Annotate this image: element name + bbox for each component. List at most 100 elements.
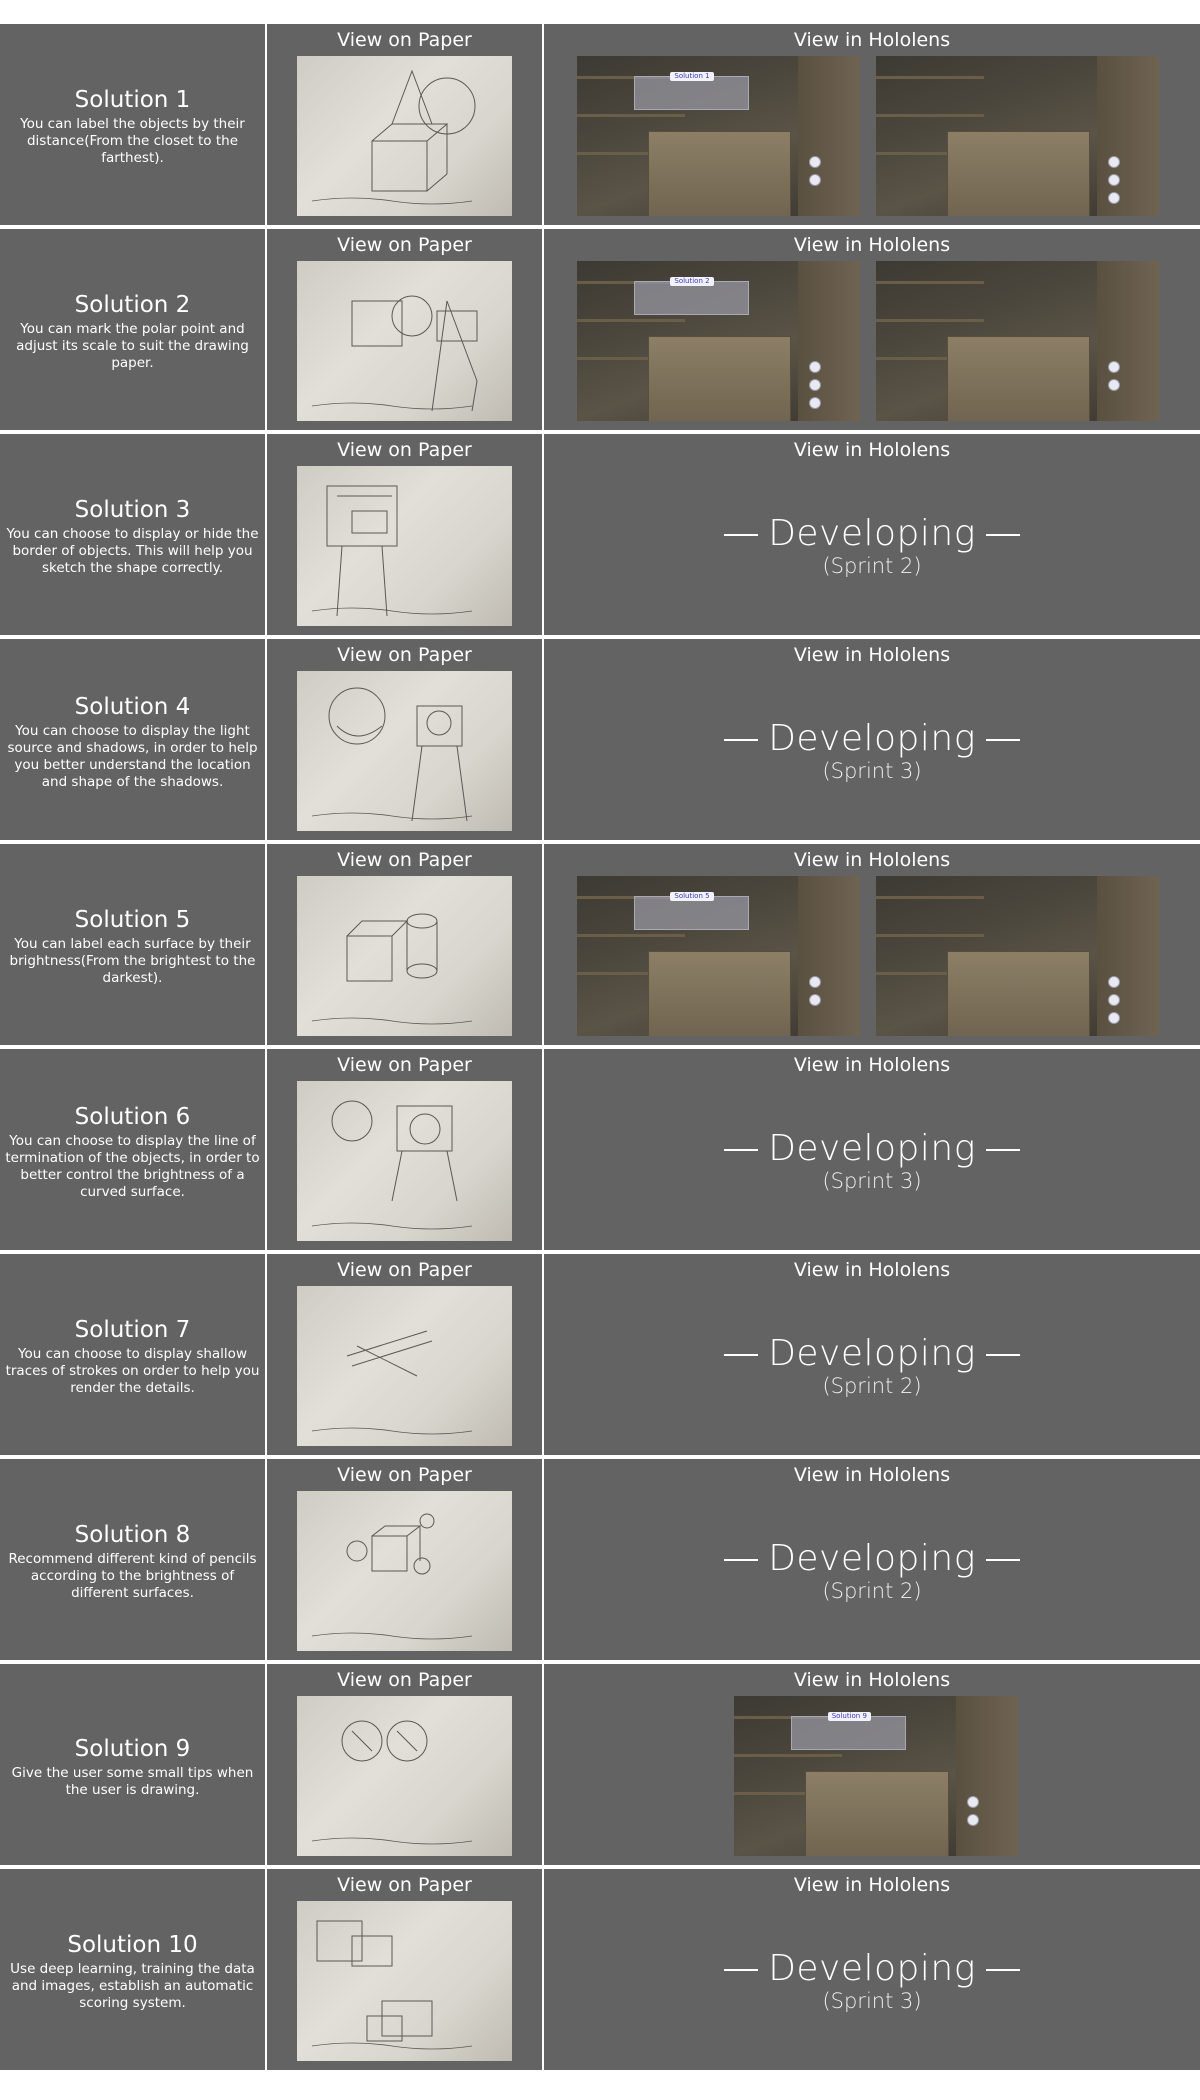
paper-sketch-photo xyxy=(297,876,512,1036)
menu-button-icon[interactable] xyxy=(809,174,822,186)
solution-row: Solution 4 You can choose to display the … xyxy=(0,639,1200,840)
solution-title: Solution 4 xyxy=(74,693,191,720)
solution-text: You can choose to display the light sour… xyxy=(7,722,258,790)
dash-right xyxy=(985,1354,1020,1356)
solution-row: Solution 10 Use deep learning, training t… xyxy=(0,1869,1200,2070)
solution-description: Solution 1 You can label the objects by t… xyxy=(0,24,265,225)
solution-tag: Solution 1 xyxy=(670,72,714,81)
sprint-label: (Sprint 2) xyxy=(822,1374,922,1398)
solution-text: Recommend different kind of pencils acco… xyxy=(8,1551,257,1601)
developing-status: Developing (Sprint 2) xyxy=(544,1539,1200,1603)
solution-title: Solution 2 xyxy=(74,292,191,318)
hololens-view-cell: View in Hololens Solution 5 xyxy=(544,844,1200,1045)
menu-button-icon[interactable] xyxy=(1108,361,1121,373)
door xyxy=(1096,261,1159,421)
paper-sketch-photo xyxy=(297,1491,512,1651)
paper-view-header: View on Paper xyxy=(337,644,472,666)
hololens-view-cell: View in Hololens Developing (Sprint 3) xyxy=(544,639,1200,840)
paper-view-cell: View on Paper xyxy=(267,844,542,1045)
paper-sketch-photo xyxy=(297,1081,512,1241)
hololens-view-header: View in Hololens xyxy=(793,1464,951,1486)
developing-status: Developing (Sprint 3) xyxy=(544,1949,1200,2013)
menu-button-icon[interactable] xyxy=(966,1814,979,1826)
cardboard-box xyxy=(647,951,792,1036)
shelf xyxy=(577,934,685,937)
shelf xyxy=(876,281,984,284)
developing-label: Developing xyxy=(544,1539,1200,1579)
developing-text: Developing xyxy=(768,1333,976,1374)
paper-sketch-photo xyxy=(297,1901,512,2061)
solution-tag: Solution 2 xyxy=(670,277,714,286)
hololens-view-header: View in Hololens xyxy=(793,849,951,871)
dash-left xyxy=(724,1969,759,1971)
paper-view-cell: View on Paper xyxy=(267,229,542,430)
menu-button-icon[interactable] xyxy=(1108,976,1121,988)
developing-status: Developing (Sprint 3) xyxy=(544,719,1200,783)
menu-button-icon[interactable] xyxy=(1108,1012,1121,1024)
hololens-screenshot xyxy=(876,876,1159,1036)
menu-button-icon[interactable] xyxy=(1108,174,1121,186)
developing-label: Developing xyxy=(544,1949,1200,1989)
paper-view-cell: View on Paper xyxy=(267,24,542,225)
paper-view-header: View on Paper xyxy=(337,29,472,51)
developing-label: Developing xyxy=(544,719,1200,759)
dash-left xyxy=(724,739,759,741)
door xyxy=(1096,56,1159,216)
menu-button-icon[interactable] xyxy=(1108,994,1121,1006)
paper-view-cell: View on Paper xyxy=(267,639,542,840)
sprint-label: (Sprint 3) xyxy=(822,759,922,783)
solutions-grid: Solution 1 You can label the objects by t… xyxy=(0,24,1200,2074)
dash-right xyxy=(985,739,1020,741)
developing-label: Developing xyxy=(544,1334,1200,1374)
solution-description: Solution 2 You can mark the polar point a… xyxy=(0,229,265,430)
shelf xyxy=(876,76,984,79)
developing-text: Developing xyxy=(768,718,976,759)
hololens-view-cell: View in Hololens Developing (Sprint 3) xyxy=(544,1049,1200,1250)
door xyxy=(797,56,860,216)
paper-view-header: View on Paper xyxy=(337,439,472,461)
menu-button-icon[interactable] xyxy=(1108,192,1121,204)
solution-text: You can choose to display or hide the bo… xyxy=(6,526,259,576)
developing-label: Developing xyxy=(544,514,1200,554)
menu-button-icon[interactable] xyxy=(1108,379,1121,391)
paper-view-header: View on Paper xyxy=(337,1669,472,1691)
solution-text: Use deep learning, training the data and… xyxy=(10,1961,255,2011)
solution-title: Solution 5 xyxy=(74,907,191,933)
solution-text: You can choose to display shallow traces… xyxy=(5,1346,260,1396)
menu-button-icon[interactable] xyxy=(809,379,822,391)
hololens-view-header: View in Hololens xyxy=(793,1669,951,1691)
cardboard-box xyxy=(647,131,792,216)
menu-button-icon[interactable] xyxy=(809,397,822,409)
solution-title: Solution 1 xyxy=(74,87,191,113)
paper-view-header: View on Paper xyxy=(337,849,472,871)
hololens-screenshot xyxy=(876,56,1159,216)
paper-sketch-photo xyxy=(297,466,512,626)
menu-button-icon[interactable] xyxy=(809,361,822,373)
menu-button-icon[interactable] xyxy=(809,156,822,168)
shelf xyxy=(734,1754,842,1757)
info-panel xyxy=(633,281,749,315)
hololens-view-cell: View in Hololens Developing (Sprint 2) xyxy=(544,1459,1200,1660)
info-panel xyxy=(790,1716,907,1750)
solution-row: Solution 3 You can choose to display or h… xyxy=(0,434,1200,635)
paper-view-cell: View on Paper xyxy=(267,434,542,635)
solution-title: Solution 9 xyxy=(74,1735,191,1762)
menu-button-icon[interactable] xyxy=(809,994,822,1006)
paper-sketch-photo xyxy=(297,1696,512,1856)
paper-view-header: View on Paper xyxy=(337,234,472,256)
menu-button-icon[interactable] xyxy=(966,1796,979,1808)
hololens-view-header: View in Hololens xyxy=(793,1259,951,1281)
menu-button-icon[interactable] xyxy=(1108,156,1121,168)
sprint-label: (Sprint 3) xyxy=(822,1169,922,1193)
sprint-label: (Sprint 3) xyxy=(822,1989,922,2013)
solution-description: Solution 10 Use deep learning, training t… xyxy=(0,1869,265,2070)
menu-button-icon[interactable] xyxy=(809,976,822,988)
solution-row: Solution 2 You can mark the polar point a… xyxy=(0,229,1200,430)
shelf xyxy=(876,319,984,322)
hololens-view-header: View in Hololens xyxy=(793,234,951,256)
sprint-label: (Sprint 2) xyxy=(822,1579,922,1603)
solution-row: Solution 7 You can choose to display shal… xyxy=(0,1254,1200,1455)
cardboard-box xyxy=(805,1771,949,1856)
paper-view-header: View on Paper xyxy=(337,1464,472,1486)
dash-left xyxy=(724,1559,759,1561)
